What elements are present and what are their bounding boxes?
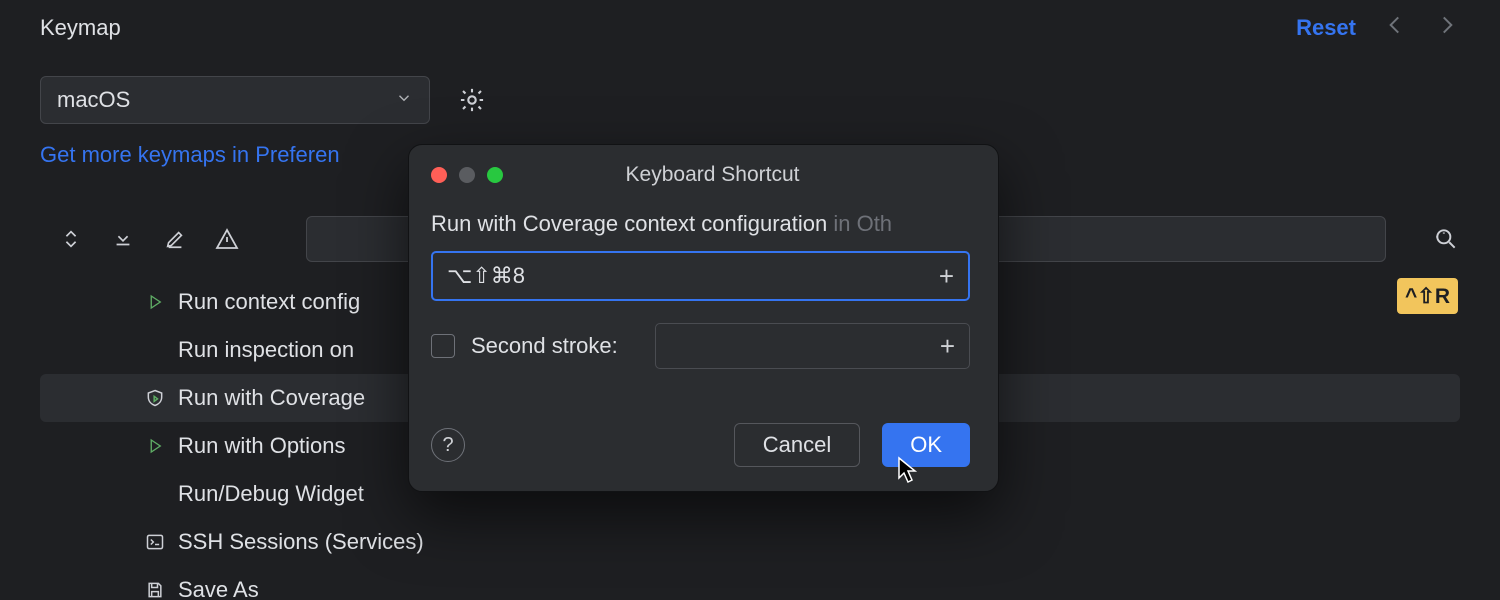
nav-back-icon[interactable] [1382,12,1408,45]
second-stroke-checkbox[interactable] [431,334,455,358]
help-icon[interactable]: ? [431,428,465,462]
keymap-select-value: macOS [57,87,130,113]
page-header: Keymap Reset [0,0,1500,56]
close-window-icon[interactable] [431,167,447,183]
play-icon [144,437,166,455]
ok-button[interactable]: OK [882,423,970,467]
keymap-selector-row: macOS [0,56,1500,124]
action-description: Run with Coverage context configuration … [431,211,970,237]
nav-forward-icon[interactable] [1434,12,1460,45]
dialog-buttons: Cancel OK [734,423,970,467]
expand-collapse-icon[interactable] [58,226,84,252]
second-stroke-label: Second stroke: [471,333,618,359]
shield-icon [144,388,166,408]
first-stroke-value: ⌥⇧⌘8 [447,263,525,289]
tree-row-label: Save As [178,577,259,600]
tree-row-label: SSH Sessions (Services) [178,529,424,555]
tree-row-label: Run context config [178,289,360,315]
tree-row-label: Run inspection on [178,337,354,363]
play-icon [144,293,166,311]
dialog-footer: ? Cancel OK [431,423,970,467]
cancel-button[interactable]: Cancel [734,423,860,467]
action-name: Run with Coverage context configuration [431,211,827,236]
reset-link[interactable]: Reset [1296,15,1356,41]
find-action-icon[interactable] [1432,225,1460,253]
page-title: Keymap [40,15,121,41]
second-stroke-field[interactable]: + [655,323,970,369]
tree-row-label: Run with Coverage [178,385,365,411]
save-icon [144,580,166,600]
terminal-icon [144,532,166,552]
keyboard-shortcut-dialog: Keyboard Shortcut Run with Coverage cont… [408,144,999,492]
tree-row-label: Run/Debug Widget [178,481,364,507]
warning-icon[interactable] [214,226,240,252]
gear-icon[interactable] [454,82,490,118]
keymap-select[interactable]: macOS [40,76,430,124]
action-path: in Oth [827,211,892,236]
first-stroke-field[interactable]: ⌥⇧⌘8 + [431,251,970,301]
add-stroke-icon[interactable]: + [939,261,954,292]
dialog-titlebar: Keyboard Shortcut [431,163,970,187]
header-actions: Reset [1296,12,1460,45]
tree-row-label: Run with Options [178,433,346,459]
tree-row[interactable]: Save As [40,566,1460,600]
add-stroke-icon[interactable]: + [940,331,955,362]
dialog-title: Keyboard Shortcut [455,163,970,187]
edit-icon[interactable] [162,226,188,252]
tree-row[interactable]: SSH Sessions (Services) [40,518,1460,566]
shortcut-badge: ^⇧R [1397,278,1458,314]
chevron-down-icon [395,87,413,113]
second-stroke-row: Second stroke: + [431,323,970,369]
collapse-all-icon[interactable] [110,226,136,252]
